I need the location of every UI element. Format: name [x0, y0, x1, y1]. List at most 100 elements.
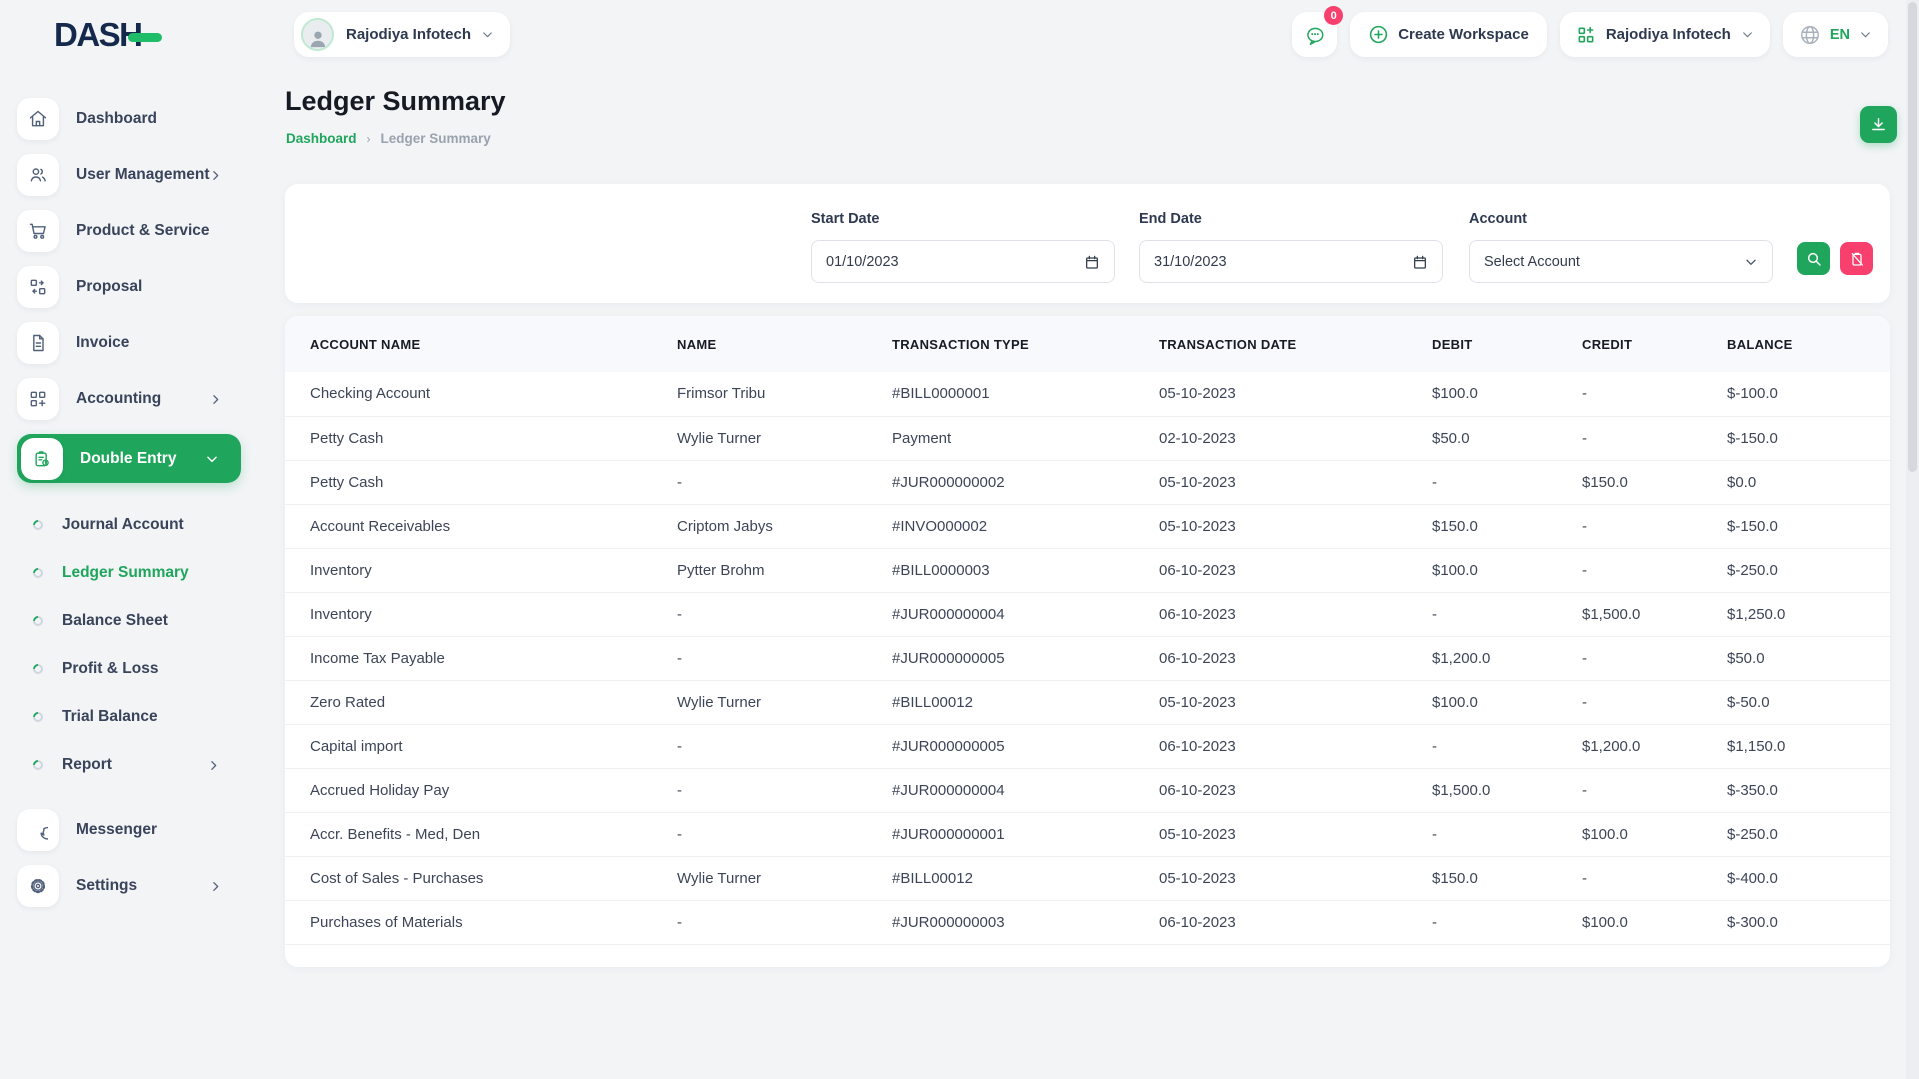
avatar [301, 18, 334, 51]
column-header-credit: CREDIT [1557, 316, 1702, 372]
accounting-icon [17, 378, 59, 420]
end-date-label: End Date [1139, 211, 1202, 227]
table-row: Accrued Holiday Pay - #JUR000000004 06-1… [285, 768, 1890, 812]
column-header-balance: BALANCE [1702, 316, 1890, 372]
breadcrumb-dashboard-link[interactable]: Dashboard [286, 131, 357, 146]
cell-balance: $1,150.0 [1702, 724, 1890, 768]
submenu-item[interactable]: Ledger Summary [0, 549, 248, 597]
user-account-dropdown[interactable]: Rajodiya Infotech [294, 12, 510, 57]
submenu-item[interactable]: Journal Account [0, 501, 248, 549]
calendar-icon[interactable] [1412, 254, 1428, 270]
submenu-item-label: Trial Balance [62, 708, 158, 726]
sidebar-item-settings[interactable]: Settings [17, 863, 248, 909]
cell-credit: - [1557, 636, 1702, 680]
cell-debit: $150.0 [1407, 856, 1557, 900]
table-row: Petty Cash - #JUR000000002 05-10-2023 - … [285, 460, 1890, 504]
table-row: Checking Account Frimsor Tribu #BILL0000… [285, 372, 1890, 416]
sidebar-item-label: User Management [76, 166, 210, 184]
cell-balance: $-50.0 [1702, 680, 1890, 724]
cell-transaction-date: 02-10-2023 [1134, 416, 1407, 460]
sidebar-item-user-management[interactable]: User Management [17, 152, 248, 198]
chevron-down-icon [1859, 28, 1872, 41]
cell-balance: $-100.0 [1702, 372, 1890, 416]
cell-balance: $-250.0 [1702, 548, 1890, 592]
sidebar-item-proposal[interactable]: Proposal [17, 264, 248, 310]
table-header-row: ACCOUNT NAME NAME TRANSACTION TYPE TRANS… [285, 316, 1890, 372]
messages-badge: 0 [1324, 6, 1343, 25]
chevron-right-icon [207, 759, 220, 772]
submenu-item[interactable]: Report [0, 741, 248, 789]
clipboard-slash-icon [1849, 251, 1865, 267]
search-button[interactable] [1797, 242, 1830, 275]
cell-transaction-type: #JUR000000004 [867, 592, 1134, 636]
language-code: EN [1830, 27, 1850, 43]
sidebar-item-accounting[interactable]: Accounting [17, 376, 248, 422]
language-selector[interactable]: EN [1783, 12, 1888, 57]
account-select[interactable]: Select Account [1469, 240, 1773, 283]
sidebar-item-product-service[interactable]: Product & Service [17, 208, 248, 254]
chevron-down-icon [481, 28, 494, 41]
cell-account-name: Account Receivables [285, 504, 652, 548]
cell-account-name: Capital import [285, 724, 652, 768]
workspace-name: Rajodiya Infotech [1606, 26, 1731, 43]
download-button[interactable] [1860, 106, 1897, 143]
cell-name: - [652, 592, 867, 636]
cell-balance: $-300.0 [1702, 900, 1890, 944]
reset-button[interactable] [1840, 242, 1873, 275]
page-scrollbar[interactable] [1906, 0, 1919, 1079]
submenu-item[interactable]: Balance Sheet [0, 597, 248, 645]
account-label: Account [1469, 211, 1527, 227]
cell-name: - [652, 812, 867, 856]
chevron-down-icon [1744, 255, 1758, 269]
cell-name: - [652, 724, 867, 768]
cell-name: Wylie Turner [652, 416, 867, 460]
messages-button[interactable]: 0 [1292, 12, 1337, 57]
bullet-icon [31, 710, 45, 724]
sidebar-item-double-entry[interactable]: Double Entry [17, 434, 241, 483]
column-header-transaction-date: TRANSACTION DATE [1134, 316, 1407, 372]
column-header-name: NAME [652, 316, 867, 372]
cell-name: Pytter Brohm [652, 548, 867, 592]
submenu-item-label: Report [62, 756, 112, 774]
cell-balance: $1,250.0 [1702, 592, 1890, 636]
end-date-input[interactable]: 31/10/2023 [1139, 240, 1443, 283]
cell-balance: $-350.0 [1702, 768, 1890, 812]
cell-transaction-type: Payment [867, 416, 1134, 460]
gear-icon [17, 865, 59, 907]
cell-debit: - [1407, 460, 1557, 504]
cell-transaction-type: #JUR000000002 [867, 460, 1134, 504]
cell-name: - [652, 636, 867, 680]
bullet-icon [31, 518, 45, 532]
page-title: Ledger Summary [285, 86, 506, 117]
search-icon [1806, 251, 1822, 267]
submenu-item[interactable]: Profit & Loss [0, 645, 248, 693]
scrollbar-thumb[interactable] [1908, 2, 1917, 472]
cell-account-name: Zero Rated [285, 680, 652, 724]
sidebar-item-messenger[interactable]: Messenger [17, 807, 248, 853]
sidebar-item-label: Settings [76, 877, 137, 895]
sidebar-item-dashboard[interactable]: Dashboard [17, 96, 248, 142]
cell-transaction-date: 06-10-2023 [1134, 724, 1407, 768]
cell-account-name: Accr. Benefits - Med, Den [285, 812, 652, 856]
cell-transaction-date: 05-10-2023 [1134, 680, 1407, 724]
calendar-icon[interactable] [1084, 254, 1100, 270]
cell-name: Frimsor Tribu [652, 372, 867, 416]
workspace-selector[interactable]: Rajodiya Infotech [1560, 12, 1770, 57]
sidebar: DASH Dashboard User Management Product &… [0, 0, 248, 1079]
cell-credit: - [1557, 856, 1702, 900]
cell-credit: $100.0 [1557, 812, 1702, 856]
submenu-item[interactable]: Trial Balance [0, 693, 248, 741]
submenu-item-label: Balance Sheet [62, 612, 168, 630]
create-workspace-button[interactable]: Create Workspace [1350, 12, 1547, 57]
bullet-icon [31, 566, 45, 580]
start-date-input[interactable]: 01/10/2023 [811, 240, 1115, 283]
brand-logo[interactable]: DASH [54, 16, 162, 54]
sidebar-item-invoice[interactable]: Invoice [17, 320, 248, 366]
cell-transaction-type: #JUR000000005 [867, 636, 1134, 680]
brand-dash-accent [128, 33, 162, 42]
table-body: Checking Account Frimsor Tribu #BILL0000… [285, 372, 1890, 944]
breadcrumb-separator-icon: › [367, 132, 371, 146]
cell-account-name: Income Tax Payable [285, 636, 652, 680]
table-row: Inventory Pytter Brohm #BILL0000003 06-1… [285, 548, 1890, 592]
table-row: Account Receivables Criptom Jabys #INVO0… [285, 504, 1890, 548]
